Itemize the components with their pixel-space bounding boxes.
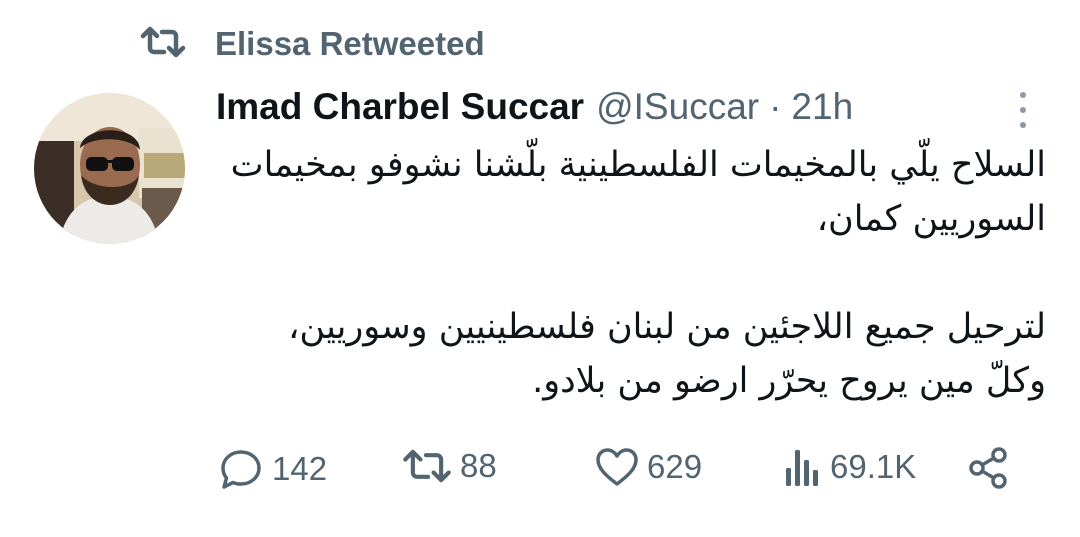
tweet-line: لترحيل جميع اللاجئين من لبنان فلسطينيين … (288, 307, 1046, 347)
like-button[interactable]: 629 (595, 446, 702, 488)
like-count: 629 (647, 448, 703, 485)
more-options-icon[interactable] (1010, 92, 1036, 128)
retweet-icon (140, 24, 186, 65)
tweet-text: السلاح يلّي بالمخيمات الفلسطينية بلّشنا … (216, 138, 1046, 408)
views-count: 69.1K (830, 448, 917, 485)
heart-icon (595, 446, 639, 488)
avatar[interactable] (34, 93, 185, 244)
tweet-actions: 142 88 629 69.1K (0, 446, 1080, 502)
retweet-context[interactable]: Elissa Retweeted (140, 22, 485, 66)
reply-button[interactable]: 142 (218, 446, 327, 492)
retweet-label: Elissa Retweeted (215, 25, 485, 62)
reply-icon (218, 446, 264, 492)
tweet-line: السوريين كمان، (816, 199, 1046, 239)
tweet-time[interactable]: 21h (791, 86, 853, 128)
author-handle[interactable]: @ISuccar (596, 86, 759, 128)
author-name[interactable]: Imad Charbel Succar (216, 86, 584, 128)
retweet-button[interactable]: 88 (402, 446, 497, 486)
tweet-header: Imad Charbel Succar @ISuccar · 21h (216, 86, 853, 136)
retweet-count: 88 (460, 447, 497, 484)
tweet-line: وكلّ مين يروح يحرّر ارضو من بلادو. (532, 361, 1046, 401)
reply-count: 142 (272, 450, 328, 487)
tweet-line: السلاح يلّي بالمخيمات الفلسطينية بلّشنا … (230, 145, 1046, 185)
views-button[interactable]: 69.1K (784, 446, 916, 488)
separator-dot: · (769, 86, 782, 127)
views-icon (784, 446, 822, 488)
share-icon (967, 446, 1011, 490)
share-button[interactable] (967, 446, 1011, 490)
retweet-icon (402, 446, 452, 486)
